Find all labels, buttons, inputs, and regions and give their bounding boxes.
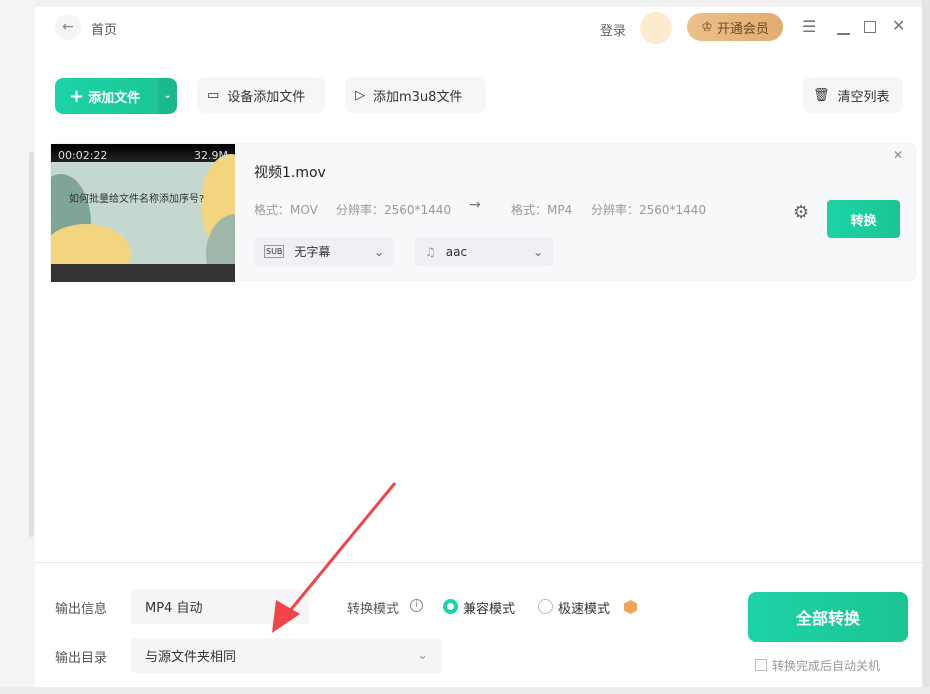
annotation-arrow [272, 482, 397, 633]
